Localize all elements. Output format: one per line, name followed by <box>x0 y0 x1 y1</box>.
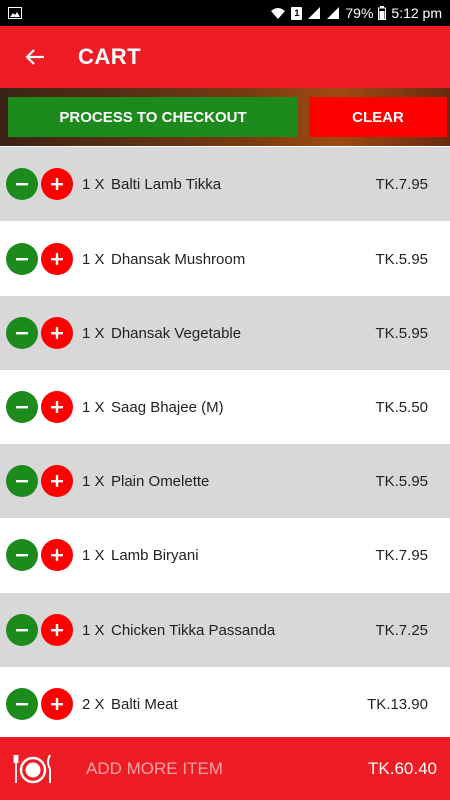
cart-item-row: 1 X Plain Omelette TK.5.95 <box>0 444 450 518</box>
plus-icon <box>51 253 63 265</box>
signal-icon <box>308 7 321 19</box>
battery-percent: 79% <box>345 5 374 21</box>
process-checkout-button[interactable]: PROCESS TO CHECKOUT <box>8 97 298 137</box>
signal-icon-2 <box>327 7 340 19</box>
increase-quantity-button[interactable] <box>41 168 73 200</box>
app-bar: CART <box>0 26 450 88</box>
action-band: PROCESS TO CHECKOUT CLEAR <box>0 88 450 146</box>
item-name: Balti Meat <box>111 695 178 713</box>
plus-icon <box>51 624 63 636</box>
decrease-quantity-button[interactable] <box>6 391 38 423</box>
item-name: Dhansak Mushroom <box>111 250 246 268</box>
item-quantity: 2 X <box>82 695 105 713</box>
cart-item-row: 1 X Lamb Biryani TK.7.95 <box>0 518 450 592</box>
decrease-quantity-button[interactable] <box>6 243 38 275</box>
minus-icon <box>16 406 28 409</box>
item-price: TK.7.95 <box>375 175 428 193</box>
image-notification-icon <box>8 7 22 19</box>
status-bar: 1 79% 5:12 pm <box>0 0 450 26</box>
item-price: TK.5.95 <box>375 250 428 268</box>
plus-icon <box>51 698 63 710</box>
item-name: Saag Bhajee (M) <box>111 398 224 416</box>
item-price: TK.5.50 <box>375 398 428 416</box>
decrease-quantity-button[interactable] <box>6 168 38 200</box>
bottom-bar: ADD MORE ITEM TK.60.40 <box>0 737 450 800</box>
plus-icon <box>51 549 63 561</box>
increase-quantity-button[interactable] <box>41 317 73 349</box>
minus-icon <box>16 629 28 632</box>
increase-quantity-button[interactable] <box>41 465 73 497</box>
item-name: Lamb Biryani <box>111 546 199 564</box>
cart-list: 1 X Balti Lamb Tikka TK.7.95 1 X Dhansak… <box>0 147 450 737</box>
minus-icon <box>16 703 28 706</box>
increase-quantity-button[interactable] <box>41 243 73 275</box>
add-more-item-button[interactable]: ADD MORE ITEM <box>86 759 368 779</box>
minus-icon <box>16 332 28 335</box>
item-name: Chicken Tikka Passanda <box>111 621 276 639</box>
decrease-quantity-button[interactable] <box>6 465 38 497</box>
wifi-icon <box>271 8 286 19</box>
back-button[interactable] <box>0 26 70 88</box>
increase-quantity-button[interactable] <box>41 614 73 646</box>
cart-total: TK.60.40 <box>368 758 437 778</box>
status-right: 1 79% 5:12 pm <box>270 5 442 21</box>
plus-icon <box>51 178 63 190</box>
item-price: TK.5.95 <box>375 324 428 342</box>
cart-item-row: 1 X Chicken Tikka Passanda TK.7.25 <box>0 593 450 667</box>
page-title: CART <box>78 44 142 69</box>
minus-icon <box>16 554 28 557</box>
plus-icon <box>51 475 63 487</box>
decrease-quantity-button[interactable] <box>6 317 38 349</box>
status-left <box>8 7 270 19</box>
item-quantity: 1 X <box>82 250 105 268</box>
item-price: TK.7.95 <box>375 546 428 564</box>
decrease-quantity-button[interactable] <box>6 614 38 646</box>
item-quantity: 1 X <box>82 175 105 193</box>
item-name: Balti Lamb Tikka <box>111 175 222 193</box>
item-price: TK.13.90 <box>367 695 428 713</box>
increase-quantity-button[interactable] <box>41 688 73 720</box>
item-quantity: 1 X <box>82 621 105 639</box>
item-price: TK.7.25 <box>375 621 428 639</box>
status-time: 5:12 pm <box>391 5 442 21</box>
cart-item-row: 1 X Dhansak Mushroom TK.5.95 <box>0 222 450 296</box>
item-quantity: 1 X <box>82 324 105 342</box>
item-quantity: 1 X <box>82 398 105 416</box>
arrow-left-icon <box>25 49 44 65</box>
increase-quantity-button[interactable] <box>41 391 73 423</box>
minus-icon <box>16 480 28 483</box>
cart-item-row: 1 X Saag Bhajee (M) TK.5.50 <box>0 370 450 444</box>
clear-button[interactable]: CLEAR <box>309 97 447 137</box>
cart-item-row: 1 X Balti Lamb Tikka TK.7.95 <box>0 147 450 221</box>
sim-badge: 1 <box>291 6 303 20</box>
plus-icon <box>51 327 63 339</box>
decrease-quantity-button[interactable] <box>6 539 38 571</box>
item-name: Plain Omelette <box>111 472 210 490</box>
plus-icon <box>51 401 63 413</box>
item-name: Dhansak Vegetable <box>111 324 242 342</box>
item-price: TK.5.95 <box>375 472 428 490</box>
battery-icon <box>378 6 387 20</box>
cart-item-row: 1 X Dhansak Vegetable TK.5.95 <box>0 296 450 370</box>
item-quantity: 1 X <box>82 546 105 564</box>
plate-cutlery-icon <box>13 749 53 789</box>
cart-item-row: 2 X Balti Meat TK.13.90 <box>0 667 450 737</box>
increase-quantity-button[interactable] <box>41 539 73 571</box>
minus-icon <box>16 183 28 186</box>
minus-icon <box>16 258 28 261</box>
item-quantity: 1 X <box>82 472 105 490</box>
decrease-quantity-button[interactable] <box>6 688 38 720</box>
